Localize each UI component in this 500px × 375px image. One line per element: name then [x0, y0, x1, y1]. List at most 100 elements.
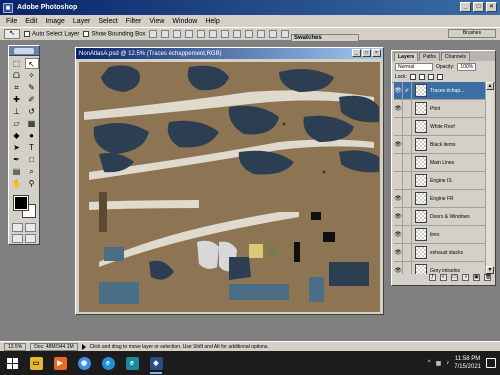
eye-hidden-icon[interactable]	[394, 117, 403, 136]
distribute-right-icon[interactable]	[281, 30, 290, 38]
link-cell[interactable]	[403, 153, 412, 172]
delete-layer-icon[interactable]: 🗑	[484, 274, 491, 281]
menu-file[interactable]: File	[6, 18, 17, 25]
layers-scrollbar[interactable]: ▲ ▼	[485, 82, 494, 274]
scroll-up-icon[interactable]: ▲	[486, 82, 494, 90]
document-canvas[interactable]	[79, 62, 380, 312]
eye-icon[interactable]: 👁	[394, 225, 403, 244]
menu-layer[interactable]: Layer	[73, 18, 91, 25]
link-cell[interactable]	[403, 99, 412, 118]
status-menu-arrow-icon[interactable]	[81, 343, 86, 350]
tab-paths[interactable]: Paths	[419, 52, 440, 61]
tray-chevron-icon[interactable]: ^	[428, 360, 431, 366]
taskbar-photoshop[interactable]: ◈	[144, 351, 168, 375]
lock-all-icon[interactable]	[436, 74, 443, 80]
align-top-icon[interactable]	[149, 30, 158, 38]
move-tool-icon[interactable]: ↖	[24, 58, 39, 69]
move-tool-preset-icon[interactable]: ↖	[4, 29, 20, 39]
layer-row[interactable]: 👁 tires	[394, 225, 486, 244]
minimize-button[interactable]: _	[460, 2, 471, 12]
layer-row[interactable]: Engine IS	[394, 171, 486, 190]
layer-row[interactable]: 👁 Grey intrados	[394, 261, 486, 274]
taskbar-store[interactable]: e	[120, 351, 144, 375]
clock[interactable]: 11:58 PM 7/15/2021	[454, 355, 481, 371]
foreground-color-swatch[interactable]	[13, 195, 29, 211]
menu-help[interactable]: Help	[205, 18, 219, 25]
link-cell[interactable]	[403, 117, 412, 136]
clone-stamp-tool-icon[interactable]: ⊥	[10, 106, 24, 117]
link-cell[interactable]	[403, 261, 412, 274]
toolbox-header[interactable]	[9, 46, 39, 56]
brushes-palette-tab[interactable]: Brushes	[448, 29, 496, 38]
taskbar-media-player[interactable]: ▶	[48, 351, 72, 375]
eraser-tool-icon[interactable]: ▱	[10, 118, 24, 129]
taskbar-edge[interactable]: e	[96, 351, 120, 375]
layer-row[interactable]: 👁 Engine FR	[394, 189, 486, 208]
tab-layers[interactable]: Layers	[394, 52, 419, 61]
close-button[interactable]: ×	[486, 2, 497, 12]
layer-row[interactable]: 👁 ✐ Traces échap...	[394, 82, 486, 100]
layer-row[interactable]: Main Lines	[394, 153, 486, 172]
lock-position-icon[interactable]	[427, 74, 434, 80]
eye-icon[interactable]: 👁	[394, 135, 403, 154]
distribute-top-icon[interactable]	[221, 30, 230, 38]
dodge-tool-icon[interactable]: ●	[25, 130, 39, 141]
show-bounding-box-checkbox[interactable]: Show Bounding Box	[83, 30, 145, 37]
layer-row[interactable]: 👁 Doors & Windows	[394, 207, 486, 226]
slice-tool-icon[interactable]: ✎	[25, 82, 39, 93]
eye-icon[interactable]: 👁	[394, 207, 403, 226]
swatches-palette-tab[interactable]: Swatches	[291, 34, 359, 42]
eye-icon[interactable]: 👁	[394, 243, 403, 262]
doc-close-button[interactable]: ×	[372, 49, 381, 57]
eyedropper-tool-icon[interactable]: ⌕	[25, 166, 39, 177]
eye-icon[interactable]: 👁	[394, 189, 403, 208]
notifications-icon[interactable]	[486, 358, 496, 368]
align-right-icon[interactable]	[209, 30, 218, 38]
path-selection-tool-icon[interactable]: ➤	[10, 142, 24, 153]
doc-minimize-button[interactable]: _	[352, 49, 361, 57]
blend-mode-select[interactable]: Normal	[395, 63, 433, 71]
layer-row[interactable]: 👁 Black items	[394, 135, 486, 154]
add-mask-icon[interactable]: ◐	[440, 274, 447, 281]
maximize-button[interactable]: □	[473, 2, 484, 12]
menu-image[interactable]: Image	[45, 18, 64, 25]
align-bottom-icon[interactable]	[173, 30, 182, 38]
quick-mask-mode-icon[interactable]	[25, 223, 36, 232]
doc-maximize-button[interactable]: □	[362, 49, 371, 57]
lock-transparency-icon[interactable]	[409, 74, 416, 80]
gradient-tool-icon[interactable]: ▦	[25, 118, 39, 129]
menu-view[interactable]: View	[149, 18, 164, 25]
menu-window[interactable]: Window	[172, 18, 197, 25]
pen-tool-icon[interactable]: ✒	[10, 154, 24, 165]
type-tool-icon[interactable]: T	[25, 142, 39, 153]
marquee-tool-icon[interactable]: ⬚	[10, 58, 24, 69]
shape-tool-icon[interactable]: □	[25, 154, 39, 165]
layer-row[interactable]: White Roof	[394, 117, 486, 136]
distribute-bottom-icon[interactable]	[245, 30, 254, 38]
menu-select[interactable]: Select	[98, 18, 117, 25]
network-icon[interactable]: ▦	[436, 360, 442, 367]
magic-wand-tool-icon[interactable]: ✧	[25, 70, 39, 81]
align-left-icon[interactable]	[185, 30, 194, 38]
distribute-left-icon[interactable]	[257, 30, 266, 38]
history-brush-tool-icon[interactable]: ↺	[25, 106, 39, 117]
crop-tool-icon[interactable]: ⌗	[10, 82, 24, 93]
menu-edit[interactable]: Edit	[25, 18, 37, 25]
link-cell[interactable]	[403, 207, 412, 226]
distribute-middle-icon[interactable]	[233, 30, 242, 38]
screen-mode-full-icon[interactable]	[25, 234, 36, 243]
healing-brush-tool-icon[interactable]: ✚	[10, 94, 24, 105]
lock-image-icon[interactable]	[418, 74, 425, 80]
link-cell[interactable]	[403, 171, 412, 190]
link-cell[interactable]	[403, 243, 412, 262]
layer-row[interactable]: 👁 exhaust stacks	[394, 243, 486, 262]
start-button[interactable]	[0, 351, 24, 375]
volume-icon[interactable]: ♪	[446, 360, 449, 366]
taskbar-chrome[interactable]: ◉	[72, 351, 96, 375]
eye-hidden-icon[interactable]	[394, 153, 403, 172]
notes-tool-icon[interactable]: ▤	[10, 166, 24, 177]
link-cell[interactable]	[403, 189, 412, 208]
eye-hidden-icon[interactable]	[394, 171, 403, 190]
tab-channels[interactable]: Channels	[440, 52, 471, 61]
align-center-icon[interactable]	[197, 30, 206, 38]
